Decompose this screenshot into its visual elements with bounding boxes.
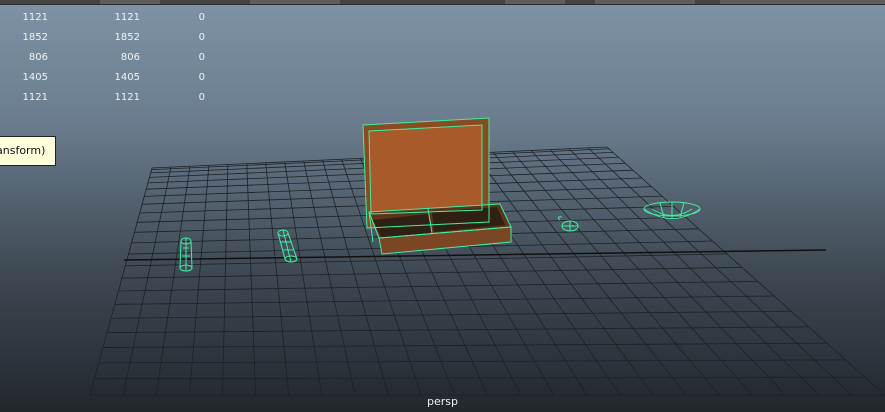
- grid-line: [155, 166, 191, 396]
- hud-value: 806: [120, 52, 140, 63]
- hud-value: 806: [28, 52, 48, 63]
- tooltip-text: ansform): [0, 144, 46, 157]
- small-object[interactable]: [557, 216, 579, 232]
- hud-value: 1852: [22, 32, 48, 43]
- hud-value: 0: [198, 72, 205, 83]
- bowl-object[interactable]: [643, 201, 701, 219]
- hud-value: 0: [198, 12, 205, 23]
- grid-line: [303, 160, 356, 396]
- grid-line: [114, 295, 775, 305]
- hud-value: 1121: [114, 12, 140, 23]
- hud-value: 1121: [22, 92, 48, 103]
- grid-line: [98, 359, 846, 364]
- grid-line: [568, 148, 820, 396]
- toolbar-icons-group[interactable]: [100, 0, 160, 4]
- toolbar-tools-group[interactable]: [250, 0, 340, 4]
- grid-line: [549, 149, 786, 396]
- hud-row: 1121 1121 0: [0, 12, 215, 32]
- grid-line: [246, 163, 257, 396]
- grid-line: [89, 167, 153, 396]
- grid-line: [222, 164, 229, 396]
- grid-line: [118, 280, 758, 292]
- hud-value: 1121: [114, 92, 140, 103]
- hud-value: 1405: [22, 72, 48, 83]
- perspective-viewport[interactable]: 1121 1121 0 1852 1852 0 806 806 0 1405 1405 0 1121 11…: [0, 5, 885, 412]
- grid-line: [606, 146, 885, 396]
- hud-value: 1852: [114, 32, 140, 43]
- toolbar-search[interactable]: [720, 0, 885, 4]
- cylinder-left-object[interactable]: [179, 237, 193, 272]
- grid-line: [587, 147, 853, 396]
- grid-line: [110, 310, 792, 319]
- hud-row: 1405 1405 0: [0, 72, 215, 92]
- hud-value: 0: [198, 52, 205, 63]
- hud-value: 0: [198, 92, 205, 103]
- box-object[interactable]: [362, 117, 512, 255]
- hud-value: 0: [198, 32, 205, 43]
- grid-line: [265, 162, 290, 396]
- toolbar-field[interactable]: [595, 0, 695, 4]
- hud-row: 1852 1852 0: [0, 32, 215, 52]
- grid-line: [121, 266, 742, 279]
- grid-line: [284, 161, 323, 396]
- grid-line: [188, 165, 210, 396]
- grid-line: [122, 167, 172, 396]
- camera-label: persp: [427, 395, 458, 408]
- hud-value: 1121: [22, 12, 48, 23]
- poly-count-hud: 1121 1121 0 1852 1852 0 806 806 0 1405 1405 0 1121 11…: [0, 12, 215, 112]
- hud-row: 1121 1121 0: [0, 92, 215, 112]
- grid-line: [107, 326, 809, 334]
- toolbar-render-group[interactable]: [505, 0, 565, 4]
- hud-row: 806 806 0: [0, 52, 215, 72]
- tooltip: ansform): [0, 136, 56, 166]
- hud-value: 1405: [114, 72, 140, 83]
- grid-line: [102, 342, 827, 348]
